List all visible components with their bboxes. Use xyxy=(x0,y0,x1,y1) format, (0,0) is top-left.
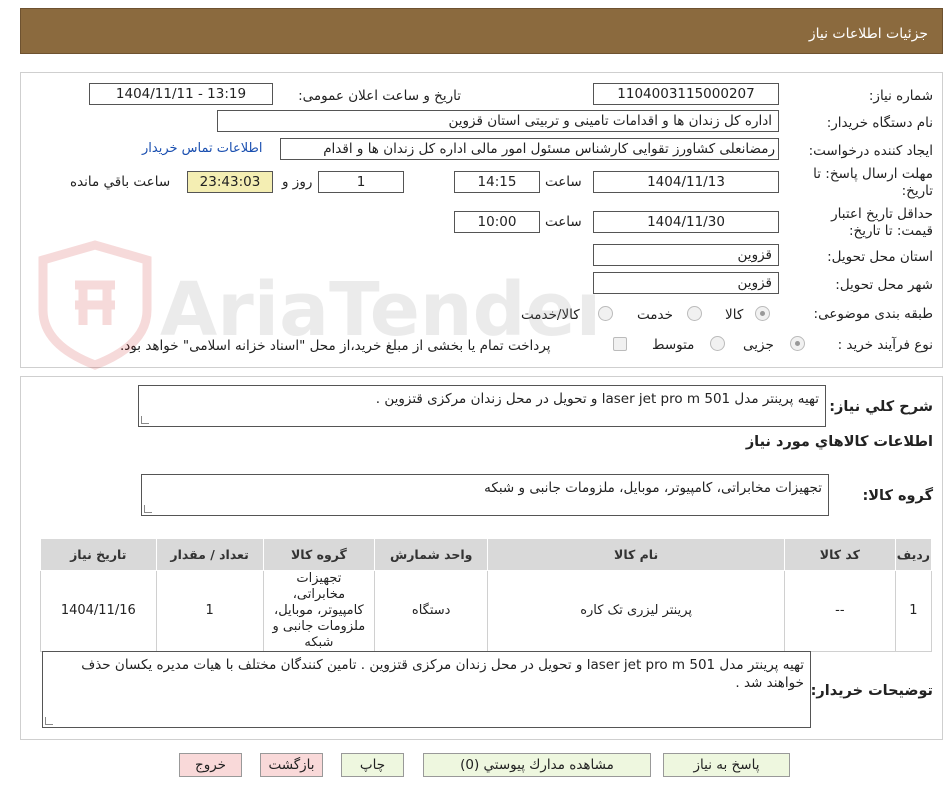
need-number-field: 1104003115000207 xyxy=(593,83,779,105)
process-label: نوع فرآیند خرید : xyxy=(837,337,933,353)
category-radio-service[interactable] xyxy=(687,306,702,321)
category-label: طبقه بندی موضوعی: xyxy=(813,306,933,322)
deadline-date-field: 1404/11/13 xyxy=(593,171,779,193)
remaining-label: ساعت باقي مانده xyxy=(70,174,171,190)
process-radio-minor[interactable] xyxy=(790,336,805,351)
items-table-header: رديف کد کالا نام کالا واحد شمارش گروه کا… xyxy=(40,538,933,571)
category-option-goods: کالا xyxy=(725,307,744,323)
col-item-code: کد کالا xyxy=(783,538,896,571)
category-radio-goods[interactable] xyxy=(755,306,770,321)
resize-grip-icon[interactable] xyxy=(45,717,53,725)
table-row: 1 -- پرینتر لیزری تک کاره دستگاه تجهیزات… xyxy=(40,570,933,652)
need-number-label: شماره نیاز: xyxy=(868,88,933,104)
item-need-date: 1404/11/16 xyxy=(40,570,157,652)
buyer-notes-text: تهیه پرینتر مدل laser jet pro m 501 و تح… xyxy=(81,657,804,691)
deadline-label-line1: مهلت ارسال پاسخ: تا xyxy=(813,166,933,182)
item-quantity: 1 xyxy=(155,570,264,652)
col-quantity: تعداد / مقدار xyxy=(155,538,264,571)
validity-time-label: ساعت xyxy=(545,214,582,230)
treasury-payment-checkbox[interactable] xyxy=(613,337,627,351)
print-button[interactable]: چاپ xyxy=(341,753,404,777)
category-option-service: خدمت xyxy=(637,307,673,323)
city-label: شهر محل تحویل: xyxy=(835,277,933,293)
attachments-button[interactable]: مشاهده مدارك پيوستي (0) xyxy=(423,753,651,777)
col-item-group: گروه کالا xyxy=(262,538,376,571)
process-radio-medium[interactable] xyxy=(710,336,725,351)
buyer-org-label: نام دستگاه خریدار: xyxy=(826,115,933,131)
col-row-number: رديف xyxy=(894,538,933,571)
resize-grip-icon[interactable] xyxy=(144,505,152,513)
announce-label: تاریخ و ساعت اعلان عمومی: xyxy=(298,88,461,104)
col-unit: واحد شمارش xyxy=(374,538,489,571)
goods-group-text: تجهیزات مخابراتی، کامپیوتر، موبایل، ملزو… xyxy=(484,480,822,496)
process-option-medium: متوسط xyxy=(652,337,695,353)
validity-time-field: 10:00 xyxy=(454,211,540,233)
row-number: 1 xyxy=(894,570,933,652)
item-code: -- xyxy=(783,570,896,652)
remaining-time-field: 23:43:03 xyxy=(187,171,273,193)
item-group: تجهیزات مخابراتی، کامپیوتر، موبایل، ملزو… xyxy=(262,570,376,652)
process-option-minor: جزیی xyxy=(743,337,774,353)
buyer-notes-label: توضيحات خريدار: xyxy=(810,683,933,699)
back-button[interactable]: بازگشت xyxy=(260,753,323,777)
resize-grip-icon[interactable] xyxy=(141,416,149,424)
buyer-contact-link[interactable]: اطلاعات تماس خریدار xyxy=(142,141,262,156)
announce-field: 1404/11/11 - 13:19 xyxy=(89,83,273,105)
days-remaining-field: 1 xyxy=(318,171,404,193)
buyer-notes-field[interactable]: تهیه پرینتر مدل laser jet pro m 501 و تح… xyxy=(42,651,811,728)
exit-button[interactable]: خروج xyxy=(179,753,242,777)
col-item-name: نام کالا xyxy=(487,538,785,571)
general-desc-field[interactable]: تهیه پرینتر مدل laser jet pro m 501 و تح… xyxy=(138,385,826,427)
requester-field: رمضانعلی کشاورز تقوایی کارشناس مسئول امو… xyxy=(280,138,779,160)
requester-label: ایجاد کننده درخواست: xyxy=(808,143,933,159)
validity-label-line2: قیمت: تا تاریخ: xyxy=(849,223,933,239)
page-header: جزئیات اطلاعات نیاز xyxy=(20,8,943,54)
goods-group-label: گروه کالا: xyxy=(862,488,933,504)
deadline-time-field: 14:15 xyxy=(454,171,540,193)
goods-group-field[interactable]: تجهیزات مخابراتی، کامپیوتر، موبایل، ملزو… xyxy=(141,474,829,516)
items-table: رديف کد کالا نام کالا واحد شمارش گروه کا… xyxy=(40,538,933,652)
days-label: روز و xyxy=(282,174,313,190)
deadline-label-line2: تاریخ: xyxy=(901,183,933,199)
reply-button[interactable]: پاسخ به نياز xyxy=(663,753,790,777)
general-desc-text: تهیه پرینتر مدل laser jet pro m 501 و تح… xyxy=(375,391,819,407)
general-desc-label: شرح کلي نياز: xyxy=(829,399,933,415)
item-unit: دستگاه xyxy=(374,570,489,652)
buyer-org-field: اداره کل زندان ها و اقدامات تامینی و ترب… xyxy=(217,110,779,132)
page-title: جزئیات اطلاعات نیاز xyxy=(808,26,928,42)
deadline-time-label: ساعت xyxy=(545,174,582,190)
category-option-goods-service: کالا/خدمت xyxy=(521,307,580,323)
province-label: استان محل تحویل: xyxy=(827,249,933,265)
validity-date-field: 1404/11/30 xyxy=(593,211,779,233)
province-field: قزوین xyxy=(593,244,779,266)
category-radio-goods-service[interactable] xyxy=(598,306,613,321)
city-field: قزوین xyxy=(593,272,779,294)
col-need-date: تاريخ نياز xyxy=(40,538,157,571)
goods-info-title: اطلاعات کالاهاي مورد نياز xyxy=(745,434,933,450)
validity-label-line1: حداقل تاریخ اعتبار xyxy=(831,206,933,222)
treasury-payment-note: پرداخت تمام یا بخشی از مبلغ خرید،از محل … xyxy=(120,338,551,354)
item-name: پرینتر لیزری تک کاره xyxy=(487,570,785,652)
